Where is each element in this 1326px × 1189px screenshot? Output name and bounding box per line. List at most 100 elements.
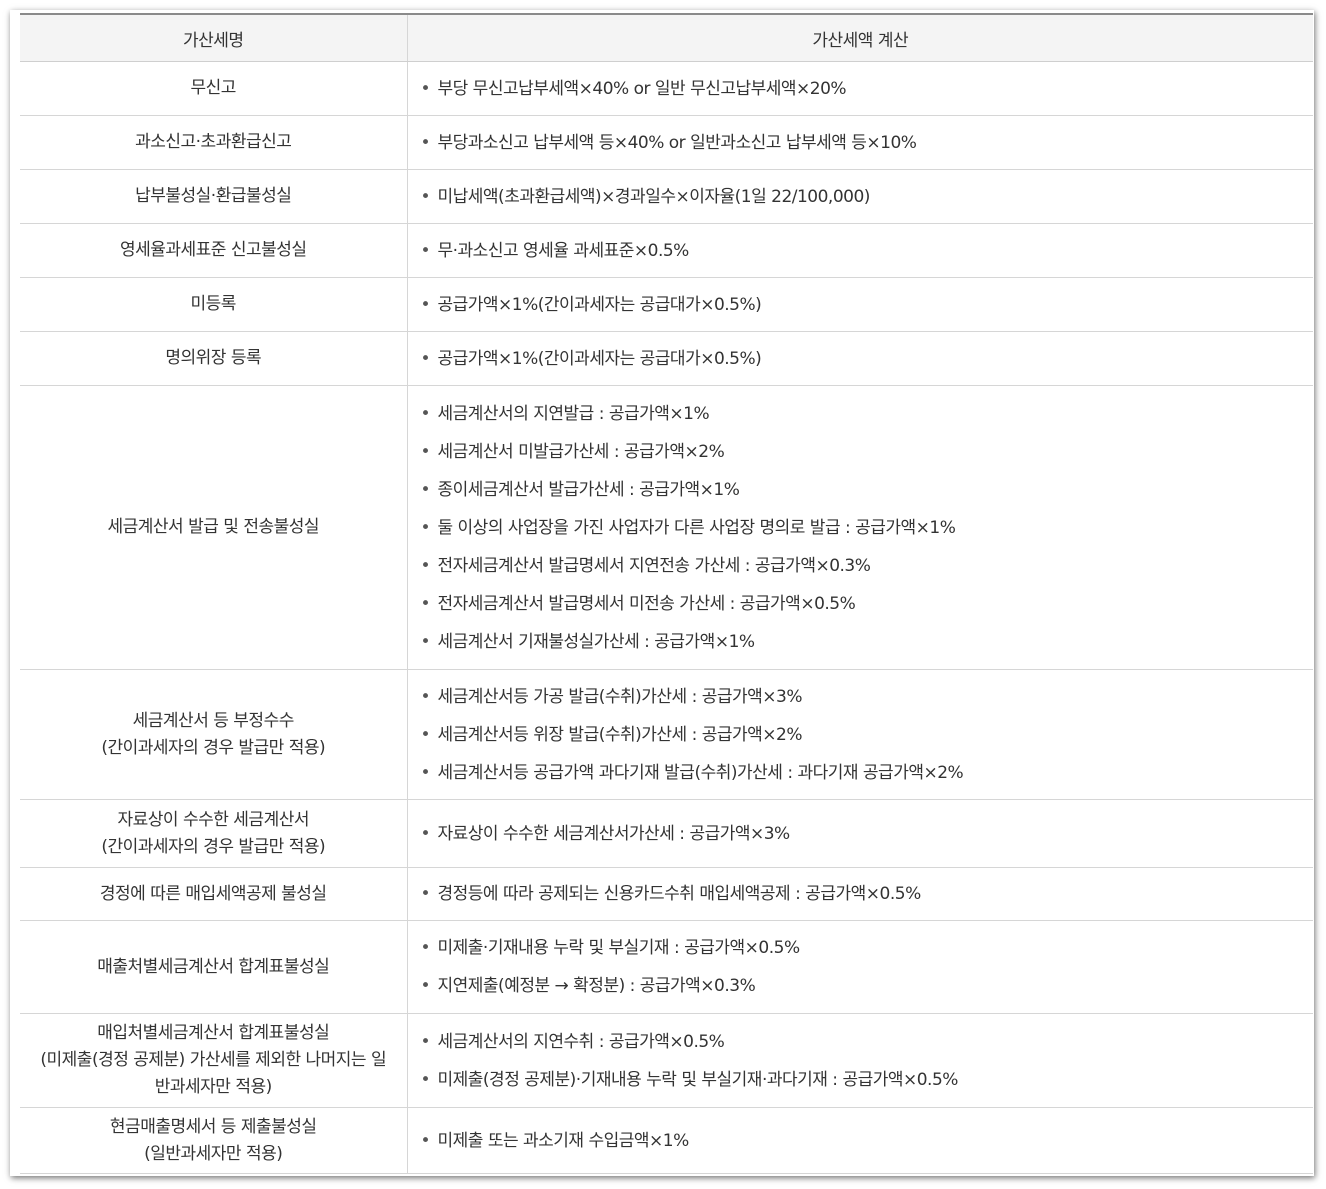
penalty-name: 과소신고·초과환급신고 — [135, 132, 292, 152]
penalty-name-cell: 매출처별세금계산서 합계표불성실 — [20, 920, 408, 1014]
bullet-icon: • — [420, 1130, 431, 1151]
calculation-text: 세금계산서등 공급가액 과다기재 발급(수취)가산세 : 과다기재 공급가액×2… — [437, 762, 964, 783]
penalty-name-note: (간이과세자의 경우 발급만 적용) — [101, 836, 326, 857]
calculation-item: • 무·과소신고 영세율 과세표준×0.5% — [420, 232, 1314, 270]
penalty-name: 세금계산서 등 부정수수 — [132, 710, 295, 731]
bullet-icon: • — [420, 686, 431, 707]
bullet-icon: • — [420, 1031, 431, 1052]
table-row: 무신고 • 부당 무신고납부세액×40% or 일반 무신고납부세액×20% — [20, 61, 1313, 116]
penalty-name: 현금매출명세서 등 제출불성실 — [109, 1116, 317, 1137]
calculation-text: 미제출 또는 과소기재 수입금액×1% — [437, 1130, 690, 1151]
penalty-name: 세금계산서 발급 및 전송불성실 — [107, 517, 320, 537]
bullet-icon: • — [420, 240, 431, 261]
penalty-calculation-cell: • 자료상이 수수한 세금계산서가산세 : 공급가액×3% — [407, 799, 1314, 868]
penalty-calculation-cell: • 미납세액(초과환급세액)×경과일수×이자율(1일 22/100,000) — [407, 169, 1314, 224]
penalty-calculation-cell: • 부당과소신고 납부세액 등×40% or 일반과소신고 납부세액 등×10% — [407, 115, 1314, 170]
bullet-icon: • — [420, 593, 431, 614]
calculation-list: • 무·과소신고 영세율 과세표준×0.5% — [420, 232, 1314, 270]
penalty-calculation-cell: • 세금계산서의 지연수취 : 공급가액×0.5% • 미제출(경정 공제분)·기재내… — [407, 1013, 1314, 1108]
calculation-list: • 미납세액(초과환급세액)×경과일수×이자율(1일 22/100,000) — [420, 178, 1314, 216]
penalty-name: 명의위장 등록 — [165, 348, 262, 368]
table-row: 자료상이 수수한 세금계산서 (간이과세자의 경우 발급만 적용) • 자료상이 수수… — [20, 799, 1314, 868]
bullet-icon: • — [420, 1069, 431, 1090]
penalty-name: 무신고 — [190, 78, 237, 98]
calculation-item: • 세금계산서등 가공 발급(수취)가산세 : 공급가액×3% — [420, 678, 1314, 716]
calculation-item: • 지연제출(예정분 → 확정분) : 공급가액×0.3% — [420, 967, 1314, 1005]
penalty-calculation-cell: • 미제출·기재내용 누락 및 부실기재 : 공급가액×0.5% • 지연제출(예정분… — [407, 920, 1314, 1014]
calculation-list: • 미제출·기재내용 누락 및 부실기재 : 공급가액×0.5% • 지연제출(예정분… — [420, 929, 1314, 1005]
bullet-icon: • — [420, 517, 431, 538]
calculation-item: • 전자세금계산서 발급명세서 지연전송 가산세 : 공급가액×0.3% — [420, 547, 1314, 585]
penalty-name: 납부불성실·환급불성실 — [135, 186, 292, 206]
calculation-list: • 자료상이 수수한 세금계산서가산세 : 공급가액×3% — [420, 815, 1314, 853]
table-row: 과소신고·초과환급신고 • 부당과소신고 납부세액 등×40% or 일반과소신고 … — [20, 115, 1314, 170]
calculation-list: • 세금계산서등 가공 발급(수취)가산세 : 공급가액×3% • 세금계산서등 위장… — [420, 678, 1314, 792]
penalty-name: 자료상이 수수한 세금계산서 — [117, 809, 310, 830]
calculation-text: 무·과소신고 영세율 과세표준×0.5% — [437, 240, 690, 261]
calculation-item: • 세금계산서 미발급가산세 : 공급가액×2% — [420, 433, 1314, 471]
calculation-item: • 세금계산서의 지연수취 : 공급가액×0.5% — [420, 1023, 1314, 1061]
penalty-name-cell: 명의위장 등록 — [20, 331, 408, 386]
bullet-icon: • — [420, 976, 431, 996]
calculation-item: • 세금계산서등 위장 발급(수취)가산세 : 공급가액×2% — [420, 716, 1314, 754]
header-penalty-name: 가산세명 — [20, 13, 408, 62]
calculation-list: • 부당과소신고 납부세액 등×40% or 일반과소신고 납부세액 등×10% — [420, 124, 1314, 162]
bullet-icon: • — [420, 78, 431, 99]
calculation-text: 종이세금계산서 발급가산세 : 공급가액×1% — [437, 479, 740, 500]
calculation-text: 공급가액×1%(간이과세자는 공급대가×0.5%) — [437, 348, 762, 369]
penalty-calculation-cell: • 세금계산서등 가공 발급(수취)가산세 : 공급가액×3% • 세금계산서등 위장… — [407, 669, 1314, 800]
bullet-icon: • — [420, 441, 431, 462]
penalty-name-cell: 현금매출명세서 등 제출불성실 (일반과세자만 적용) — [20, 1107, 408, 1174]
calculation-text: 미제출(경정 공제분)·기재내용 누락 및 부실기재·과다기재 : 공급가액×0… — [437, 1069, 959, 1090]
bullet-icon: • — [420, 631, 431, 652]
calculation-item: • 경정등에 따라 공제되는 신용카드수취 매입세액공제 : 공급가액×0.5% — [420, 875, 1314, 913]
penalty-name: 매출처별세금계산서 합계표불성실 — [97, 956, 330, 977]
penalty-name: 매입처별세금계산서 합계표불성실 — [97, 1023, 330, 1043]
bullet-icon: • — [420, 724, 431, 745]
table-row: 영세율과세표준 신고불성실 • 무·과소신고 영세율 과세표준×0.5% — [20, 223, 1314, 278]
table-row: 미등록 • 공급가액×1%(간이과세자는 공급대가×0.5%) — [20, 277, 1314, 332]
penalty-name-cell: 매입처별세금계산서 합계표불성실 (미제출(경정 공제분) 가산세를 제외한 나머… — [20, 1013, 408, 1108]
bullet-icon: • — [420, 479, 431, 500]
penalty-name-cell: 납부불성실·환급불성실 — [20, 169, 408, 224]
calculation-text: 자료상이 수수한 세금계산서가산세 : 공급가액×3% — [437, 823, 791, 844]
calculation-text: 전자세금계산서 발급명세서 미전송 가산세 : 공급가액×0.5% — [437, 593, 856, 614]
calculation-text: 부당 무신고납부세액×40% or 일반 무신고납부세액×20% — [437, 78, 847, 99]
table-row: 매입처별세금계산서 합계표불성실 (미제출(경정 공제분) 가산세를 제외한 나머… — [20, 1013, 1314, 1108]
calculation-text: 전자세금계산서 발급명세서 지연전송 가산세 : 공급가액×0.3% — [437, 555, 871, 576]
header-penalty-calculation: 가산세액 계산 — [407, 13, 1313, 62]
calculation-item: • 미제출(경정 공제분)·기재내용 누락 및 부실기재·과다기재 : 공급가액×… — [420, 1061, 1314, 1099]
calculation-item: • 자료상이 수수한 세금계산서가산세 : 공급가액×3% — [420, 815, 1314, 853]
calculation-list: • 공급가액×1%(간이과세자는 공급대가×0.5%) — [420, 340, 1314, 378]
table-body: 무신고 • 부당 무신고납부세액×40% or 일반 무신고납부세액×20% 과소신고… — [20, 61, 1314, 1174]
calculation-item: • 세금계산서 기재불성실가산세 : 공급가액×1% — [420, 623, 1314, 661]
calculation-list: • 미제출 또는 과소기재 수입금액×1% — [420, 1122, 1314, 1160]
calculation-text: 미제출·기재내용 누락 및 부실기재 : 공급가액×0.5% — [437, 938, 801, 958]
calculation-item: • 세금계산서의 지연발급 : 공급가액×1% — [420, 395, 1314, 433]
penalty-name-cell: 세금계산서 발급 및 전송불성실 — [20, 385, 408, 670]
penalty-name: 경정에 따른 매입세액공제 불성실 — [99, 883, 327, 904]
calculation-text: 부당과소신고 납부세액 등×40% or 일반과소신고 납부세액 등×10% — [437, 132, 917, 153]
bullet-icon: • — [420, 294, 431, 315]
calculation-list: • 공급가액×1%(간이과세자는 공급대가×0.5%) — [420, 286, 1314, 324]
penalty-name-note: (일반과세자만 적용) — [144, 1143, 283, 1164]
bullet-icon: • — [420, 348, 431, 369]
calculation-text: 지연제출(예정분 → 확정분) : 공급가액×0.3% — [437, 976, 756, 996]
calculation-text: 세금계산서의 지연수취 : 공급가액×0.5% — [437, 1031, 725, 1052]
penalty-name-cell: 과소신고·초과환급신고 — [20, 115, 408, 170]
calculation-item: • 부당과소신고 납부세액 등×40% or 일반과소신고 납부세액 등×10% — [420, 124, 1314, 162]
penalty-calculation-cell: • 부당 무신고납부세액×40% or 일반 무신고납부세액×20% — [407, 61, 1313, 116]
calculation-item: • 공급가액×1%(간이과세자는 공급대가×0.5%) — [420, 286, 1314, 324]
calculation-item: • 미제출 또는 과소기재 수입금액×1% — [420, 1122, 1314, 1160]
penalty-calculation-cell: • 세금계산서의 지연발급 : 공급가액×1% • 세금계산서 미발급가산세 : 공급… — [407, 385, 1314, 670]
calculation-text: 경정등에 따라 공제되는 신용카드수취 매입세액공제 : 공급가액×0.5% — [437, 884, 922, 904]
table-frame: 가산세명 가산세액 계산 무신고 • 부당 무신고납부세액×40% or 일반 무신… — [10, 10, 1314, 1176]
penalty-name: 미등록 — [190, 294, 237, 314]
table-row: 매출처별세금계산서 합계표불성실 • 미제출·기재내용 누락 및 부실기재 : 공급… — [20, 920, 1314, 1014]
calculation-text: 세금계산서 기재불성실가산세 : 공급가액×1% — [437, 631, 756, 652]
bullet-icon: • — [420, 132, 431, 153]
table-row: 납부불성실·환급불성실 • 미납세액(초과환급세액)×경과일수×이자율(1일 22/… — [20, 169, 1314, 224]
bullet-icon: • — [420, 823, 431, 844]
calculation-text: 세금계산서등 위장 발급(수취)가산세 : 공급가액×2% — [437, 724, 803, 745]
penalty-calculation-cell: • 무·과소신고 영세율 과세표준×0.5% — [407, 223, 1314, 278]
